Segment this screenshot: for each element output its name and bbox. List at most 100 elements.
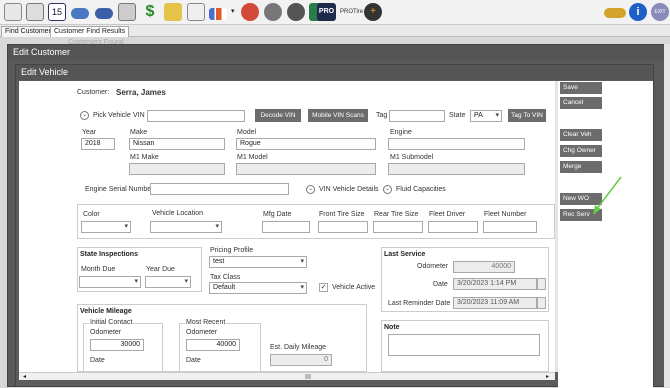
- tax-class-select[interactable]: Default: [209, 282, 307, 294]
- edit-vehicle-title: Edit Vehicle: [16, 65, 653, 80]
- tire-icon[interactable]: [241, 3, 259, 21]
- color-label: Color: [83, 211, 100, 218]
- last-reminder-calendar-icon[interactable]: [537, 297, 546, 309]
- last-service-title: Last Service: [384, 251, 426, 258]
- info-icon[interactable]: i: [629, 3, 647, 21]
- initial-contact-label: Initial Contact: [89, 319, 134, 326]
- vin-input[interactable]: [147, 110, 245, 122]
- pick-vehicle-chevron-icon[interactable]: ⌄: [80, 111, 89, 120]
- engine-serial-input[interactable]: [150, 183, 289, 195]
- chg-owner-button[interactable]: Chg Owner: [560, 145, 602, 157]
- rear-tire-input[interactable]: [373, 221, 423, 233]
- year-input[interactable]: 2018: [81, 138, 115, 150]
- engine-input[interactable]: [388, 138, 525, 150]
- color-select[interactable]: [81, 221, 131, 233]
- right-scrollbar[interactable]: [664, 44, 670, 387]
- m1-model-label: M1 Model: [237, 154, 268, 161]
- last-service-calendar-icon[interactable]: [537, 278, 546, 290]
- year-due-select[interactable]: [145, 276, 191, 288]
- initial-odometer-input[interactable]: 30000: [90, 339, 144, 351]
- gear-tire-icon[interactable]: [264, 3, 282, 21]
- pro-logo[interactable]: PRO: [317, 3, 336, 21]
- vehicle-location-select[interactable]: [150, 221, 222, 233]
- scroll-thumb[interactable]: [305, 374, 311, 379]
- fluid-chevron-icon[interactable]: ⌄: [383, 185, 392, 194]
- vehicle-location-label: Vehicle Location: [152, 210, 203, 217]
- merge-button[interactable]: Merge: [560, 161, 602, 173]
- tab-customer-find-results[interactable]: Customer Find Results: [50, 26, 130, 37]
- car-icon[interactable]: [71, 8, 89, 19]
- vehicle-mileage-title: Vehicle Mileage: [80, 308, 132, 315]
- dollar-icon[interactable]: $: [141, 3, 159, 21]
- initial-date-label: Date: [90, 357, 105, 364]
- last-service-odometer: 40000: [453, 261, 515, 273]
- exit-icon[interactable]: EXIT: [651, 3, 669, 21]
- report-icon[interactable]: [187, 3, 205, 21]
- keys-icon[interactable]: [604, 8, 626, 18]
- tax-class-label: Tax Class: [210, 274, 241, 281]
- initial-odometer-label: Odometer: [90, 329, 122, 336]
- wrench-doc-icon[interactable]: [118, 3, 136, 21]
- model-label: Model: [237, 129, 257, 136]
- scroll-left-arrow-icon[interactable]: ◂: [23, 373, 26, 380]
- note-textarea[interactable]: [388, 334, 540, 356]
- fleet-driver-label: Fleet Driver: [429, 211, 466, 218]
- vin-vehicle-details-link[interactable]: VIN Vehicle Details: [319, 186, 379, 193]
- last-reminder-label: Last Reminder Date: [388, 300, 451, 307]
- cancel-button[interactable]: Cancel: [560, 97, 602, 109]
- pick-vehicle-link[interactable]: Pick Vehicle: [93, 112, 131, 119]
- decode-vin-button[interactable]: Decode VIN: [255, 109, 301, 122]
- month-due-select[interactable]: [79, 276, 141, 288]
- bar-chart-icon[interactable]: [209, 8, 227, 20]
- calendar-icon[interactable]: 15: [48, 3, 66, 21]
- mfg-date-input[interactable]: [262, 221, 310, 233]
- pointer-arrow-icon: [593, 176, 622, 215]
- customers-found-text: Customers Found: [68, 39, 124, 46]
- tags-icon[interactable]: [164, 3, 182, 21]
- add-circle-icon[interactable]: +: [364, 3, 382, 21]
- recent-odometer-input[interactable]: 40000: [186, 339, 240, 351]
- engine-serial-label: Engine Serial Number: [85, 186, 154, 193]
- vin-details-chevron-icon[interactable]: ⌄: [306, 185, 315, 194]
- est-daily-mileage-field: 0: [270, 354, 332, 366]
- make-input[interactable]: Nissan: [129, 138, 225, 150]
- fleet-number-input[interactable]: [483, 221, 537, 233]
- edit-customer-title: Edit Customer: [8, 45, 668, 60]
- recent-odometer-label: Odometer: [186, 329, 218, 336]
- mobile-vin-scans-button[interactable]: Mobile VIN Scans: [308, 109, 368, 122]
- clipboard-icon[interactable]: [4, 3, 22, 21]
- fluid-capacities-link[interactable]: Fluid Capacities: [396, 186, 446, 193]
- front-tire-input[interactable]: [318, 221, 368, 233]
- tag-to-vin-button[interactable]: Tag To VIN: [508, 109, 546, 122]
- customer-label: Customer:: [77, 89, 110, 96]
- tab-find-customer[interactable]: Find Customer: [1, 26, 55, 37]
- est-daily-mileage-label: Est. Daily Mileage: [270, 344, 327, 351]
- pricing-profile-select[interactable]: test: [209, 256, 307, 268]
- dropdown-icon[interactable]: ▾: [231, 3, 237, 21]
- clear-veh-button[interactable]: Clear Veh: [560, 129, 602, 141]
- document-icon[interactable]: [26, 3, 44, 21]
- fleet-driver-input[interactable]: [428, 221, 478, 233]
- mfg-date-label: Mfg Date: [263, 211, 292, 218]
- last-service-odometer-label: Odometer: [417, 263, 449, 270]
- tag-input[interactable]: [389, 110, 445, 122]
- vehicle-active-checkbox[interactable]: ✓: [319, 283, 328, 292]
- model-input[interactable]: Rogue: [236, 138, 376, 150]
- state-select[interactable]: PA: [470, 110, 502, 122]
- note-title: Note: [384, 324, 400, 331]
- customer-name: Serra, James: [116, 88, 166, 97]
- year-label: Year: [82, 129, 97, 136]
- state-inspections-title: State Inspections: [80, 251, 138, 258]
- m1-submodel-field: [388, 163, 525, 175]
- car-alt-icon[interactable]: [95, 8, 113, 19]
- m1-model-field: [236, 163, 376, 175]
- save-button[interactable]: Save: [560, 82, 602, 94]
- m1-make-field: [129, 163, 225, 175]
- month-due-label: Month Due: [81, 266, 116, 273]
- wheel-icon[interactable]: [287, 3, 305, 21]
- scroll-right-arrow-icon[interactable]: ▸: [546, 373, 549, 380]
- engine-label: Engine: [390, 129, 412, 136]
- state-label: State: [449, 112, 466, 119]
- fleet-number-label: Fleet Number: [484, 211, 527, 218]
- form-horizontal-scrollbar[interactable]: ◂ ▸: [19, 372, 555, 380]
